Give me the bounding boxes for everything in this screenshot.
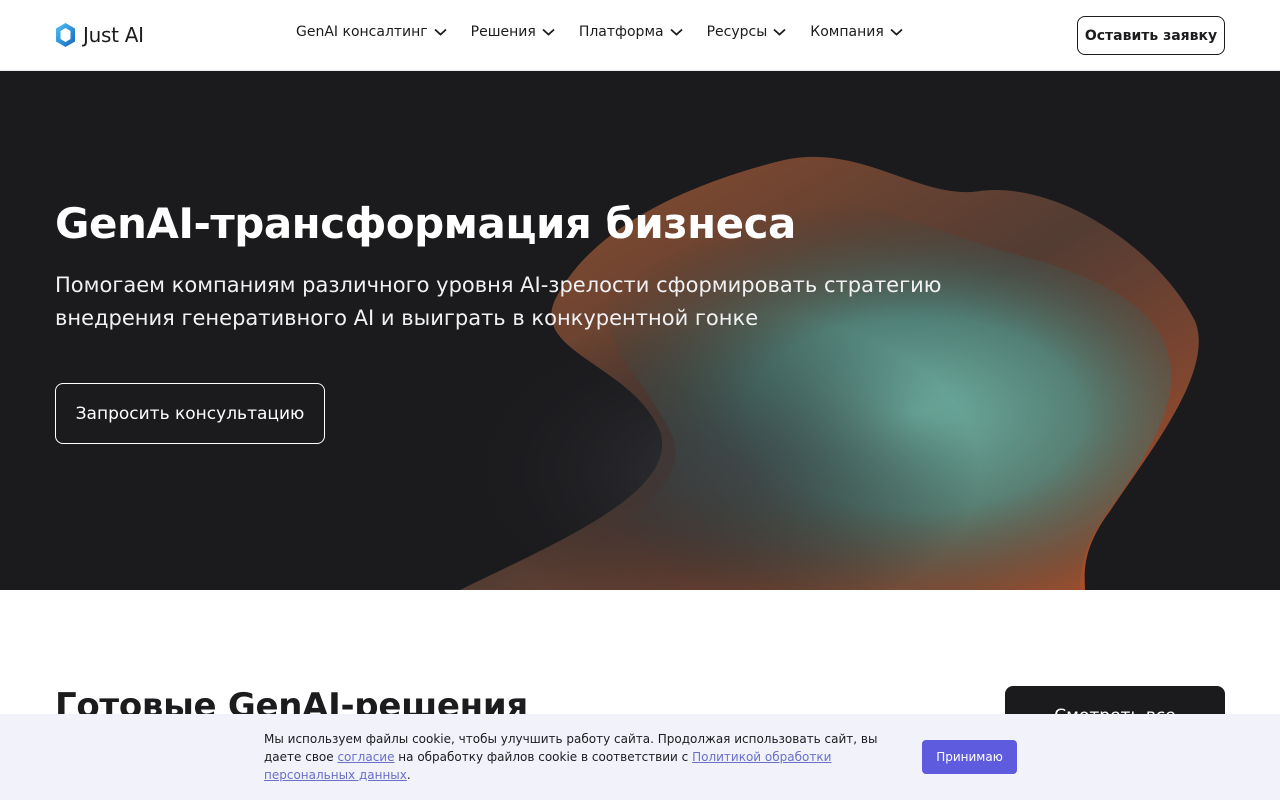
nav-item-company[interactable]: Компания [810,24,903,40]
leave-request-button[interactable]: Оставить заявку [1077,16,1225,55]
just-ai-logo-icon [56,23,75,47]
chevron-down-icon [890,28,903,36]
nav-item-resources[interactable]: Ресурсы [707,24,787,40]
chevron-down-icon [434,28,447,36]
consent-link[interactable]: согласие [337,750,394,764]
main-nav: GenAI консалтинг Решения Платформа Ресур… [296,24,903,40]
logo-text: Just AI [83,23,144,47]
cookie-banner: Мы используем файлы cookie, чтобы улучши… [0,714,1280,800]
accept-cookies-button[interactable]: Принимаю [922,740,1017,774]
nav-item-genai-consulting[interactable]: GenAI консалтинг [296,24,447,40]
nav-item-label: Платформа [578,24,664,40]
nav-item-label: Решения [470,24,536,40]
nav-item-solutions[interactable]: Решения [471,24,555,40]
chevron-down-icon [542,28,555,36]
cookie-text-part: . [406,768,411,782]
site-header: Just AI GenAI консалтинг Решения Платфор… [0,0,1280,71]
nav-item-platform[interactable]: Платформа [579,24,683,40]
hero-title: GenAI-трансформация бизнеса [55,199,796,248]
nav-item-label: Ресурсы [706,24,768,40]
logo[interactable]: Just AI [55,21,144,49]
request-consultation-button[interactable]: Запросить консультацию [55,383,325,444]
hero-subtitle: Помогаем компаниям различного уровня AI-… [55,273,942,330]
hero-section: GenAI-трансформация бизнеса Помогаем ком… [0,71,1280,590]
chevron-down-icon [669,28,683,36]
chevron-down-icon [773,28,786,36]
nav-item-label: Компания [810,24,884,40]
cookie-text: Мы используем файлы cookie, чтобы улучши… [264,730,904,784]
nav-item-label: GenAI консалтинг [296,24,428,40]
cookie-text-part: на обработку файлов cookie в соответстви… [394,750,693,764]
